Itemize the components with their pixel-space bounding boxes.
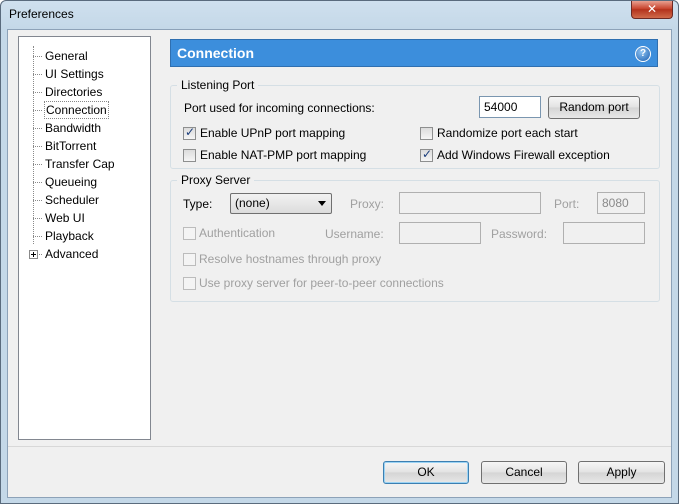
tree-item-label: Web UI — [45, 211, 85, 225]
tree-item-label: Scheduler — [45, 193, 100, 207]
proxy-type-value: (none) — [235, 196, 270, 210]
group-title: Listening Port — [177, 78, 259, 92]
tree-item-transfer-cap[interactable]: Transfer Cap — [19, 155, 150, 173]
proxy-port-input[interactable]: 8080 — [597, 192, 645, 214]
help-icon[interactable]: ? — [635, 46, 651, 62]
natpmp-checkbox[interactable] — [183, 149, 196, 162]
proxy-server-group: Proxy Server Type: (none) Proxy: Port: 8… — [170, 173, 660, 302]
category-tree: General UI Settings Directories Connecti… — [18, 36, 151, 440]
tree-item-label: Directories — [45, 85, 103, 99]
upnp-checkbox[interactable] — [183, 125, 196, 140]
tree-item-label: Playback — [45, 229, 94, 243]
tree-item-advanced[interactable]: Advanced — [19, 245, 150, 263]
tree-item-general[interactable]: General — [19, 47, 150, 65]
resolve-hostnames-checkbox[interactable] — [183, 253, 196, 266]
tree-item-label: BitTorrent — [45, 139, 97, 153]
cancel-button[interactable]: Cancel — [481, 461, 567, 484]
port-input[interactable]: 54000 — [479, 96, 541, 118]
tree-item-label: Connection — [44, 101, 109, 119]
tree-item-label: Advanced — [45, 247, 99, 261]
expand-icon[interactable] — [29, 250, 38, 259]
natpmp-label: Enable NAT-PMP port mapping — [200, 148, 367, 162]
section-title: Connection — [177, 45, 254, 61]
tree-item-directories[interactable]: Directories — [19, 83, 150, 101]
group-title: Proxy Server — [177, 173, 255, 187]
tree-item-bandwidth[interactable]: Bandwidth — [19, 119, 150, 137]
tree-item-connection[interactable]: Connection — [19, 101, 150, 119]
tree-item-web-ui[interactable]: Web UI — [19, 209, 150, 227]
tree-item-scheduler[interactable]: Scheduler — [19, 191, 150, 209]
tree-item-queueing[interactable]: Queueing — [19, 173, 150, 191]
password-label: Password: — [491, 227, 548, 241]
dialog-body: General UI Settings Directories Connecti… — [7, 29, 672, 498]
password-input[interactable] — [563, 222, 645, 244]
port-label: Port used for incoming connections: — [184, 101, 375, 115]
random-port-button[interactable]: Random port — [548, 96, 640, 119]
p2p-proxy-label: Use proxy server for peer-to-peer connec… — [199, 276, 444, 290]
proxy-host-label: Proxy: — [350, 197, 385, 211]
tree-item-label: Queueing — [45, 175, 98, 189]
proxy-host-input[interactable] — [399, 192, 541, 214]
tree-item-label: Bandwidth — [45, 121, 102, 135]
window-title: Preferences — [9, 7, 74, 21]
proxy-port-label: Port: — [554, 197, 580, 211]
proxy-type-label: Type: — [183, 197, 213, 211]
firewall-checkbox[interactable] — [420, 147, 433, 162]
authentication-checkbox[interactable] — [183, 227, 196, 240]
tree-item-label: UI Settings — [45, 67, 104, 81]
proxy-type-select[interactable]: (none) — [230, 193, 332, 214]
title-bar[interactable]: Preferences ✕ — [1, 1, 678, 29]
tree-item-ui-settings[interactable]: UI Settings — [19, 65, 150, 83]
p2p-proxy-checkbox[interactable] — [183, 277, 196, 290]
tree-item-playback[interactable]: Playback — [19, 227, 150, 245]
randomize-port-label: Randomize port each start — [437, 126, 578, 140]
chevron-down-icon — [318, 201, 326, 206]
footer-divider — [8, 446, 671, 447]
tree-item-label: General — [45, 49, 88, 63]
username-input[interactable] — [399, 222, 481, 244]
preferences-window: Preferences ✕ General UI Settings Direct… — [0, 0, 679, 504]
randomize-port-checkbox[interactable] — [420, 127, 433, 140]
upnp-label: Enable UPnP port mapping — [200, 126, 346, 140]
tree-item-label: Transfer Cap — [45, 157, 115, 171]
close-icon: ✕ — [646, 2, 658, 16]
authentication-label: Authentication — [199, 226, 276, 240]
resolve-hostnames-label: Resolve hostnames through proxy — [199, 252, 382, 266]
listening-port-group: Listening Port Port used for incoming co… — [170, 78, 660, 169]
ok-button[interactable]: OK — [383, 461, 469, 484]
username-label: Username: — [325, 227, 384, 241]
firewall-label: Add Windows Firewall exception — [437, 148, 610, 162]
section-header: Connection ? — [170, 39, 658, 67]
apply-button[interactable]: Apply — [578, 461, 665, 484]
close-button[interactable]: ✕ — [631, 1, 673, 19]
tree-item-bittorrent[interactable]: BitTorrent — [19, 137, 150, 155]
